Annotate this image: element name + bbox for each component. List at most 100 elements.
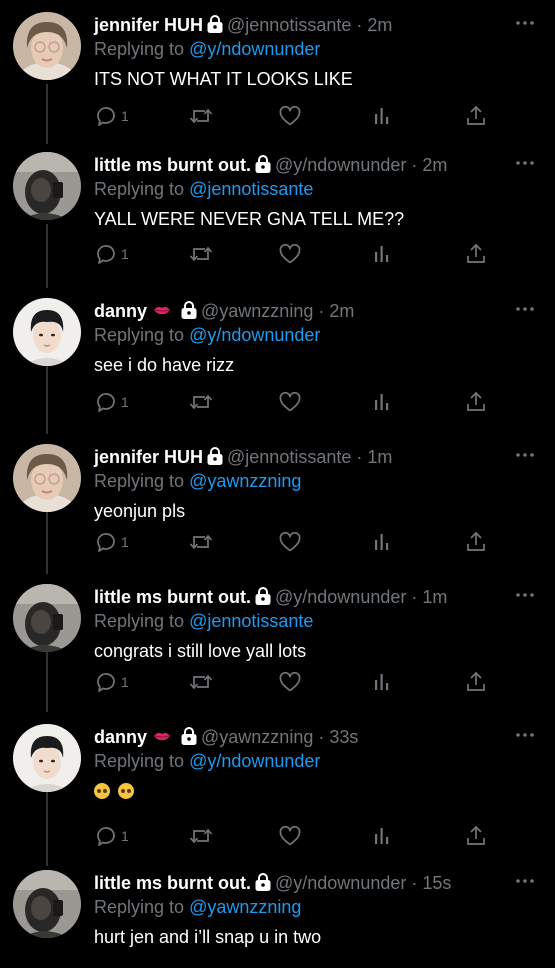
more-icon[interactable] (515, 726, 535, 737)
tweet[interactable]: danny @yawnzzning · 33s Replying to @y/ndown… (0, 712, 555, 858)
tweet[interactable]: jennifer HUH @jennotissante · 2m Replying to… (0, 0, 555, 140)
retweet-icon (188, 530, 214, 554)
retweet-button[interactable] (188, 530, 214, 554)
timestamp[interactable]: 33s (329, 727, 358, 747)
avatar[interactable] (13, 584, 81, 652)
reply-button[interactable]: 1 (94, 242, 129, 266)
like-button[interactable] (278, 104, 302, 128)
display-name[interactable]: danny (94, 301, 147, 321)
share-button[interactable] (464, 824, 488, 848)
views-button[interactable] (372, 530, 394, 554)
mention-link[interactable]: @jennotissante (189, 179, 313, 199)
like-button[interactable] (278, 670, 302, 694)
handle[interactable]: @yawnzzning (201, 727, 313, 747)
share-button[interactable] (464, 530, 488, 554)
retweet-button[interactable] (188, 104, 214, 128)
views-button[interactable] (372, 390, 394, 414)
separator-dot: · (318, 301, 325, 321)
like-button[interactable] (278, 824, 302, 848)
timestamp[interactable]: 15s (422, 873, 451, 893)
avatar[interactable] (13, 444, 81, 512)
more-icon[interactable] (515, 446, 535, 457)
tweet[interactable]: danny @yawnzzning · 2m Replying to @y/ndownu… (0, 286, 555, 432)
timestamp[interactable]: 2m (367, 15, 392, 35)
retweet-icon (188, 670, 214, 694)
reply-button[interactable]: 1 (94, 670, 129, 694)
tweet[interactable]: little ms burnt out. @y/ndownunder · 15s Rep… (0, 858, 555, 968)
lips-emoji (147, 301, 177, 321)
more-icon[interactable] (515, 872, 535, 883)
heart-icon (278, 824, 302, 848)
tweet[interactable]: little ms burnt out. @y/ndownunder · 1m Repl… (0, 572, 555, 712)
like-button[interactable] (278, 390, 302, 414)
avatar[interactable] (13, 152, 81, 220)
display-name[interactable]: little ms burnt out. (94, 873, 251, 893)
views-button[interactable] (372, 242, 394, 266)
handle[interactable]: @jennotissante (227, 447, 351, 467)
views-icon (372, 824, 394, 848)
handle[interactable]: @yawnzzning (201, 301, 313, 321)
avatar[interactable] (13, 870, 81, 938)
retweet-button[interactable] (188, 824, 214, 848)
views-icon (372, 104, 394, 128)
timestamp[interactable]: 2m (329, 301, 354, 321)
reply-button[interactable]: 1 (94, 390, 129, 414)
more-icon[interactable] (515, 154, 535, 165)
reply-button[interactable]: 1 (94, 824, 129, 848)
more-icon[interactable] (515, 586, 535, 597)
timestamp[interactable]: 1m (422, 587, 447, 607)
like-button[interactable] (278, 242, 302, 266)
handle[interactable]: @jennotissante (227, 15, 351, 35)
like-button[interactable] (278, 530, 302, 554)
display-name[interactable]: jennifer HUH (94, 447, 203, 467)
retweet-button[interactable] (188, 390, 214, 414)
pleading-face-emoji (94, 783, 110, 799)
mention-link[interactable]: @jennotissante (189, 611, 313, 631)
share-icon (464, 670, 488, 694)
handle[interactable]: @y/ndownunder (275, 155, 406, 175)
reply-button[interactable]: 1 (94, 104, 129, 128)
mention-link[interactable]: @yawnzzning (189, 897, 301, 917)
tweet-header: little ms burnt out. @y/ndownunder · 2m (94, 154, 515, 176)
heart-icon (278, 530, 302, 554)
action-bar: 1 (94, 390, 494, 414)
share-button[interactable] (464, 670, 488, 694)
timestamp[interactable]: 2m (422, 155, 447, 175)
retweet-button[interactable] (188, 670, 214, 694)
mention-link[interactable]: @y/ndownunder (189, 39, 320, 59)
share-button[interactable] (464, 104, 488, 128)
avatar[interactable] (13, 724, 81, 792)
handle[interactable]: @y/ndownunder (275, 873, 406, 893)
avatar[interactable] (13, 12, 81, 80)
reply-button[interactable]: 1 (94, 530, 129, 554)
views-button[interactable] (372, 824, 394, 848)
lock-icon (181, 727, 197, 745)
views-button[interactable] (372, 104, 394, 128)
display-name[interactable]: little ms burnt out. (94, 155, 251, 175)
reply-count: 1 (121, 108, 129, 124)
mention-link[interactable]: @yawnzzning (189, 471, 301, 491)
retweet-button[interactable] (188, 242, 214, 266)
tweet[interactable]: jennifer HUH @jennotissante · 1m Replying to… (0, 432, 555, 572)
replying-label: Replying to (94, 611, 185, 631)
share-button[interactable] (464, 242, 488, 266)
retweet-icon (188, 242, 214, 266)
display-name[interactable]: little ms burnt out. (94, 587, 251, 607)
mention-link[interactable]: @y/ndownunder (189, 751, 320, 771)
reply-icon (94, 670, 118, 694)
display-name[interactable]: jennifer HUH (94, 15, 203, 35)
display-name[interactable]: danny (94, 727, 147, 747)
tweet[interactable]: little ms burnt out. @y/ndownunder · 2m Repl… (0, 140, 555, 286)
views-button[interactable] (372, 670, 394, 694)
share-button[interactable] (464, 390, 488, 414)
heart-icon (278, 670, 302, 694)
replying-to: Replying to @jennotissante (94, 178, 313, 200)
more-icon[interactable] (515, 14, 535, 25)
mention-link[interactable]: @y/ndownunder (189, 325, 320, 345)
more-icon[interactable] (515, 300, 535, 311)
handle[interactable]: @y/ndownunder (275, 587, 406, 607)
replying-to: Replying to @jennotissante (94, 610, 313, 632)
avatar[interactable] (13, 298, 81, 366)
timestamp[interactable]: 1m (367, 447, 392, 467)
tweet-text: yeonjun pls (94, 501, 186, 521)
